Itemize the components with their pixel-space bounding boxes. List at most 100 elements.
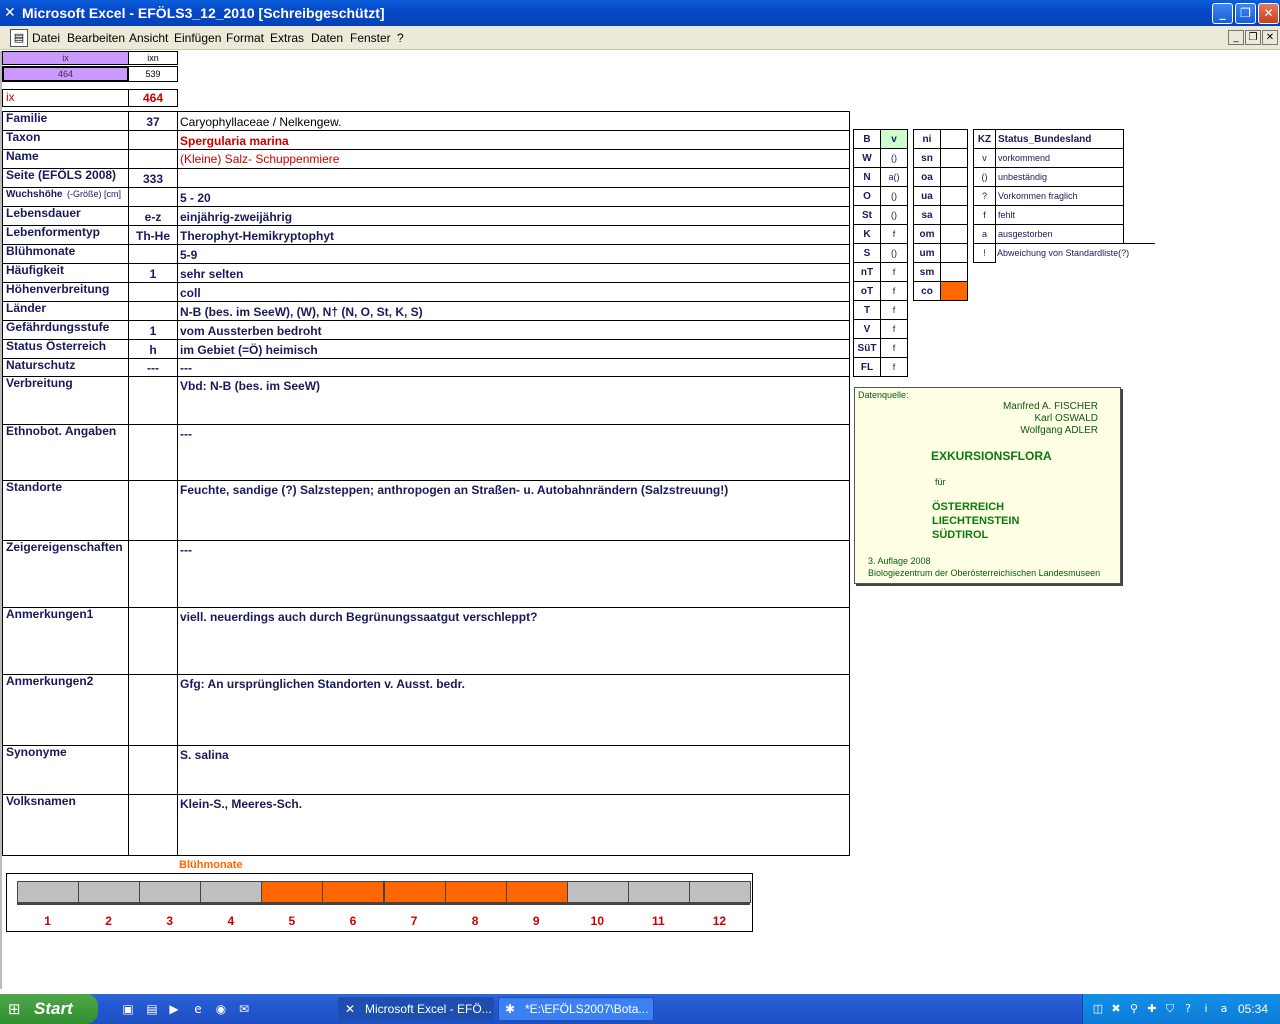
- field-label-cell[interactable]: Verbreitung: [2, 376, 129, 425]
- info-icon[interactable]: i: [1199, 1002, 1213, 1016]
- ix-header-cell[interactable]: ix: [2, 51, 129, 65]
- legend-desc-cell[interactable]: Vorkommen fraglich: [995, 186, 1124, 206]
- mail-icon[interactable]: ✉: [236, 1001, 252, 1017]
- status-code-cell[interactable]: FL: [853, 357, 881, 377]
- task-explorer[interactable]: ✱ *E:\EFÖLS2007\Bota...: [498, 997, 654, 1021]
- status-code-cell[interactable]: O: [853, 186, 881, 206]
- field-label-cell[interactable]: Gefährdungsstufe: [2, 320, 129, 340]
- region-value-cell[interactable]: [940, 243, 968, 263]
- status-value-cell[interactable]: v: [880, 129, 908, 149]
- menu-ansicht[interactable]: Ansicht: [129, 31, 168, 45]
- status-value-cell[interactable]: f: [880, 281, 908, 301]
- alert-icon[interactable]: ✚: [1145, 1002, 1159, 1016]
- antivirus-icon[interactable]: a: [1217, 1002, 1231, 1016]
- region-value-cell[interactable]: [940, 205, 968, 225]
- region-value-cell[interactable]: [940, 186, 968, 206]
- field-label-cell[interactable]: Seite (EFÖLS 2008): [2, 168, 129, 188]
- field-value-cell[interactable]: ---: [177, 540, 850, 608]
- legend-desc-cell[interactable]: Status_Bundesland: [995, 129, 1124, 149]
- security-icon[interactable]: ✖: [1109, 1002, 1123, 1016]
- menu-datei[interactable]: Datei: [32, 31, 60, 45]
- menu-format[interactable]: Format: [226, 31, 264, 45]
- status-value-cell[interactable]: f: [880, 224, 908, 244]
- network-icon[interactable]: ◫: [1091, 1002, 1105, 1016]
- explorer-icon[interactable]: ▤: [144, 1001, 160, 1017]
- status-code-cell[interactable]: S: [853, 243, 881, 263]
- field-value-cell[interactable]: im Gebiet (=Ö) heimisch: [177, 339, 850, 359]
- document-icon[interactable]: ▤: [10, 29, 28, 47]
- ix-red-cell[interactable]: 464: [128, 89, 178, 107]
- ixn-value-cell[interactable]: 539: [128, 66, 178, 82]
- menu-help[interactable]: ?: [397, 31, 404, 45]
- field-label-cell[interactable]: Synonyme: [2, 745, 129, 795]
- legend-code-cell[interactable]: f: [973, 205, 996, 225]
- doc-restore-button[interactable]: ❐: [1245, 30, 1261, 45]
- firefox-icon[interactable]: ◉: [213, 1001, 229, 1017]
- field-code-cell[interactable]: [128, 794, 178, 856]
- status-value-cell[interactable]: (): [880, 148, 908, 168]
- menu-fenster[interactable]: Fenster: [350, 31, 391, 45]
- status-code-cell[interactable]: T: [853, 300, 881, 320]
- field-label-cell[interactable]: Status Österreich: [2, 339, 129, 359]
- status-code-cell[interactable]: N: [853, 167, 881, 187]
- field-value-cell[interactable]: Caryophyllaceae / Nelkengew.: [177, 111, 850, 131]
- field-code-cell[interactable]: [128, 424, 178, 481]
- menu-einfuegen[interactable]: Einfügen: [174, 31, 221, 45]
- status-value-cell[interactable]: f: [880, 319, 908, 339]
- doc-minimize-button[interactable]: _: [1228, 30, 1244, 45]
- field-label-cell[interactable]: Ethnobot. Angaben: [2, 424, 129, 481]
- status-code-cell[interactable]: oT: [853, 281, 881, 301]
- field-value-cell[interactable]: Vbd: N-B (bes. im SeeW): [177, 376, 850, 425]
- field-label-cell[interactable]: Länder: [2, 301, 129, 321]
- region-code-cell[interactable]: ni: [913, 129, 941, 149]
- field-code-cell[interactable]: [128, 480, 178, 541]
- region-value-cell[interactable]: [940, 224, 968, 244]
- field-code-cell[interactable]: 1: [128, 320, 178, 340]
- legend-desc-cell[interactable]: vorkommend: [995, 148, 1124, 168]
- media-icon[interactable]: ▶: [166, 1001, 182, 1017]
- field-value-cell[interactable]: S. salina: [177, 745, 850, 795]
- field-code-cell[interactable]: [128, 130, 178, 150]
- field-label-cell[interactable]: Höhenverbreitung: [2, 282, 129, 302]
- region-code-cell[interactable]: sn: [913, 148, 941, 168]
- region-value-cell[interactable]: [940, 148, 968, 168]
- minimize-button[interactable]: _: [1212, 3, 1233, 24]
- doc-close-button[interactable]: ✕: [1262, 30, 1278, 45]
- region-value-cell[interactable]: [940, 262, 968, 282]
- status-value-cell[interactable]: f: [880, 357, 908, 377]
- status-value-cell[interactable]: (): [880, 205, 908, 225]
- status-code-cell[interactable]: K: [853, 224, 881, 244]
- close-button[interactable]: ✕: [1258, 3, 1279, 24]
- field-code-cell[interactable]: h: [128, 339, 178, 359]
- menu-extras[interactable]: Extras: [270, 31, 304, 45]
- field-value-cell[interactable]: ---: [177, 358, 850, 377]
- field-code-cell[interactable]: [128, 244, 178, 264]
- region-value-cell[interactable]: [940, 281, 968, 301]
- field-label-cell[interactable]: Familie: [2, 111, 129, 131]
- search-icon[interactable]: ⚲: [1127, 1002, 1141, 1016]
- field-label-cell[interactable]: Wuchshöhe (-Größe) [cm]: [2, 187, 129, 207]
- region-value-cell[interactable]: [940, 129, 968, 149]
- field-label-cell[interactable]: Volksnamen: [2, 794, 129, 856]
- field-code-cell[interactable]: [128, 607, 178, 675]
- desktop-icon[interactable]: ▣: [120, 1001, 136, 1017]
- field-code-cell[interactable]: [128, 745, 178, 795]
- region-code-cell[interactable]: oa: [913, 167, 941, 187]
- legend-desc-cell[interactable]: unbeständig: [995, 167, 1124, 187]
- region-code-cell[interactable]: co: [913, 281, 941, 301]
- status-value-cell[interactable]: (): [880, 243, 908, 263]
- field-label-cell[interactable]: Lebenformentyp: [2, 225, 129, 245]
- status-code-cell[interactable]: W: [853, 148, 881, 168]
- legend-code-cell[interactable]: a: [973, 224, 996, 244]
- status-value-cell[interactable]: f: [880, 300, 908, 320]
- field-value-cell[interactable]: Therophyt-Hemikryptophyt: [177, 225, 850, 245]
- ix-label-cell[interactable]: ix: [2, 89, 129, 107]
- region-value-cell[interactable]: [940, 167, 968, 187]
- status-code-cell[interactable]: B: [853, 129, 881, 149]
- field-value-cell[interactable]: N-B (bes. im SeeW), (W), N† (N, O, St, K…: [177, 301, 850, 321]
- field-label-cell[interactable]: Anmerkungen1: [2, 607, 129, 675]
- field-code-cell[interactable]: [128, 149, 178, 169]
- field-value-cell[interactable]: einjährig-zweijährig: [177, 206, 850, 226]
- status-code-cell[interactable]: nT: [853, 262, 881, 282]
- start-button[interactable]: ⊞ Start: [0, 994, 98, 1024]
